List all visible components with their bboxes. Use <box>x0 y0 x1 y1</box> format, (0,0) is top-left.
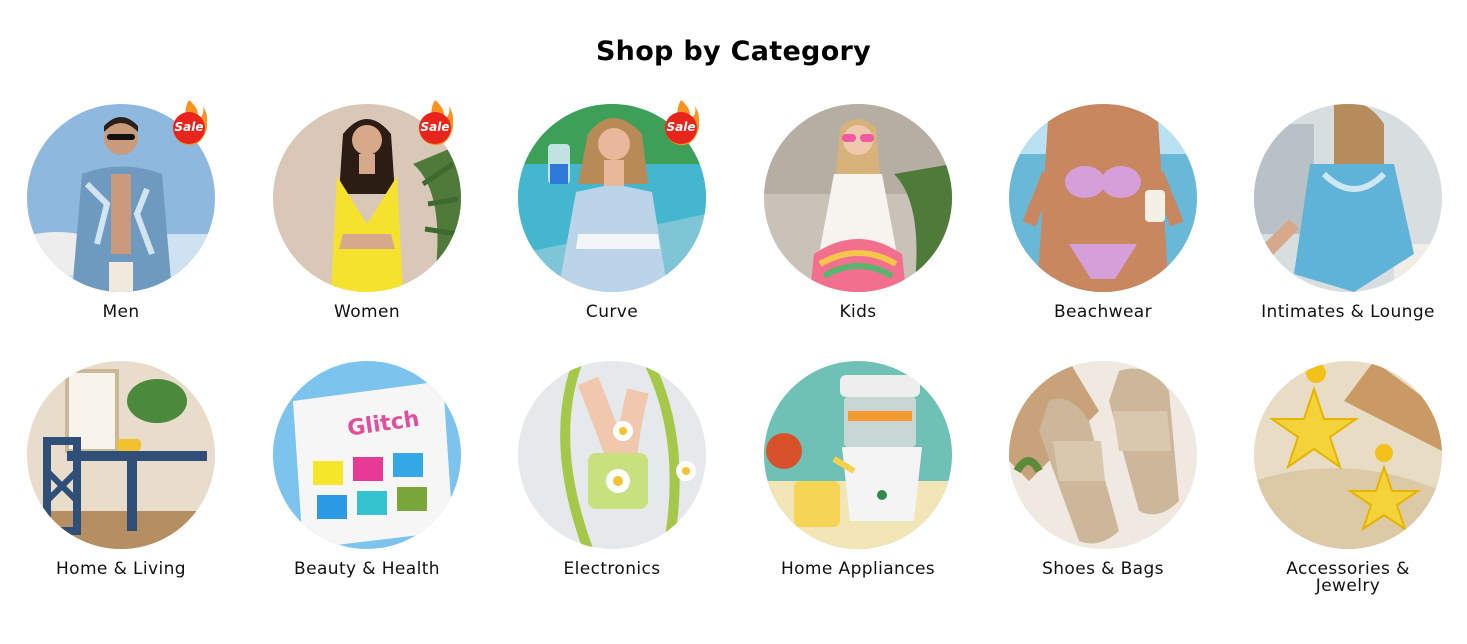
home-living-photo[interactable] <box>27 361 215 549</box>
category-intimates[interactable]: Intimates & Lounge <box>1233 104 1463 321</box>
sale-badge-text: Sale <box>420 120 450 134</box>
category-appliances[interactable]: Home Appliances <box>743 361 973 578</box>
category-label: Accessories & Jewelry <box>1233 561 1463 595</box>
category-label: Beauty & Health <box>294 559 440 579</box>
sale-badge-text: Sale <box>174 120 204 134</box>
category-label-line2: Jewelry <box>1315 576 1381 596</box>
category-label: Home & Living <box>55 559 186 579</box>
sale-badge-text: Sale <box>666 120 696 134</box>
category-grid: Men Women Curve Kids Beachwear Intimates… <box>0 0 1467 644</box>
category-shoes-bags[interactable]: Shoes & Bags <box>988 361 1218 578</box>
beauty-photo[interactable]: Glitch <box>273 361 461 549</box>
category-kids[interactable]: Kids <box>743 104 973 321</box>
category-home-living[interactable]: Home & Living <box>6 361 236 578</box>
category-label: Shoes & Bags <box>1042 559 1164 579</box>
category-beachwear[interactable]: Beachwear <box>988 104 1218 321</box>
category-beauty[interactable]: Glitch Beauty & Health <box>252 361 482 578</box>
shoes-bags-photo[interactable] <box>1009 361 1197 549</box>
kids-photo[interactable] <box>764 104 952 292</box>
intimates-photo[interactable] <box>1254 104 1442 292</box>
category-label: Intimates & Lounge <box>1261 302 1435 322</box>
category-label: Electronics <box>563 559 661 579</box>
beachwear-photo[interactable] <box>1009 104 1197 292</box>
electronics-photo[interactable] <box>518 361 706 549</box>
accessories-photo[interactable] <box>1254 361 1442 549</box>
category-accessories[interactable]: Accessories & Jewelry <box>1233 361 1463 595</box>
sale-badge: Sale <box>663 98 700 146</box>
category-label: Beachwear <box>1053 302 1153 322</box>
sale-badge: Sale <box>171 98 208 146</box>
category-label: Curve <box>585 302 639 322</box>
category-label: Women <box>333 302 400 322</box>
category-electronics[interactable]: Electronics <box>497 361 727 578</box>
appliances-photo[interactable] <box>764 361 952 549</box>
category-label: Home Appliances <box>780 559 936 579</box>
category-label: Kids <box>839 302 877 322</box>
sale-badge: Sale <box>417 98 454 146</box>
category-label: Men <box>102 302 140 322</box>
